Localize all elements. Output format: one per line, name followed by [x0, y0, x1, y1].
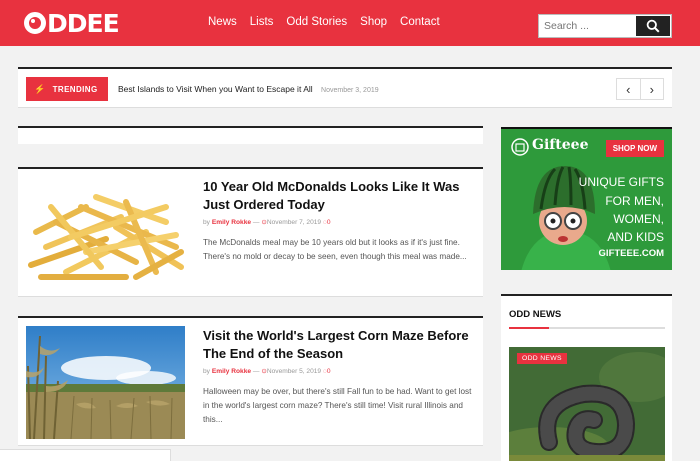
- site-header: DDEE News Lists Odd Stories Shop Contact: [0, 0, 700, 46]
- nav-item-shop[interactable]: Shop: [360, 16, 387, 28]
- bottom-overlay-strip: [0, 449, 171, 461]
- fries-image: [26, 177, 185, 290]
- logo-text: DDEE: [47, 8, 120, 38]
- main-nav: News Lists Odd Stories Shop Contact: [208, 16, 453, 28]
- article-title[interactable]: 10 Year Old McDonalds Looks Like It Was …: [203, 178, 478, 214]
- trending-bar: ⚡ TRENDING Best Islands to Visit When yo…: [18, 67, 672, 108]
- category-badge[interactable]: ODD NEWS: [517, 353, 567, 364]
- article-card: 10 Year Old McDonalds Looks Like It Was …: [18, 167, 483, 297]
- article-title[interactable]: Visit the World's Largest Corn Maze Befo…: [203, 327, 478, 363]
- chevron-right-icon[interactable]: ›: [641, 79, 664, 99]
- nav-item-news[interactable]: News: [208, 16, 237, 28]
- trending-date: November 3, 2019: [321, 87, 379, 94]
- nav-item-contact[interactable]: Contact: [400, 16, 440, 28]
- article-meta: by Emily Rokke — ⊙November 7, 2019 ◌0: [203, 218, 331, 226]
- by-label: by: [203, 368, 210, 375]
- article-author[interactable]: Emily Rokke: [212, 368, 251, 375]
- article-excerpt: The McDonalds meal may be 10 years old b…: [203, 238, 467, 261]
- nav-item-odd-stories[interactable]: Odd Stories: [286, 16, 347, 28]
- comment-count[interactable]: 0: [327, 368, 331, 375]
- chevron-left-icon[interactable]: ‹: [617, 79, 641, 99]
- by-label: by: [203, 219, 210, 226]
- ad-line-2: FOR MEN,: [605, 194, 664, 208]
- article-date: November 7, 2019: [266, 219, 322, 226]
- comment-count[interactable]: 0: [327, 219, 331, 226]
- corn-field-image: [26, 326, 185, 439]
- search-form: [538, 14, 672, 38]
- ad-line-3: WOMEN,: [613, 212, 664, 226]
- ad-brand: Gifteee: [532, 137, 589, 153]
- gifteee-ad-banner[interactable]: Gifteee SHOP NOW UNIQUE GIFTS FOR MEN, W…: [501, 127, 672, 270]
- article-meta: by Emily Rokke — ⊙November 5, 2019 ◌0: [203, 367, 331, 375]
- sidebar-article-thumbnail[interactable]: ODD NEWS: [509, 347, 665, 461]
- trending-label-text: TRENDING: [52, 84, 98, 94]
- search-button[interactable]: [636, 16, 670, 36]
- search-input[interactable]: [539, 15, 635, 37]
- trending-headline-row: Best Islands to Visit When you Want to E…: [118, 84, 379, 94]
- logo-mark-icon: [24, 12, 46, 34]
- section-underline: [509, 327, 665, 329]
- ad-line-4: AND KIDS: [607, 230, 664, 244]
- content-box-empty: [18, 126, 483, 144]
- shop-now-button[interactable]: SHOP NOW: [605, 140, 664, 157]
- ad-url: GIFTEEE.COM: [598, 248, 664, 259]
- site-logo[interactable]: DDEE: [24, 5, 120, 41]
- millipede-image: [509, 347, 665, 461]
- article-thumbnail-corn[interactable]: [26, 326, 185, 439]
- trending-label: ⚡ TRENDING: [26, 77, 108, 101]
- search-icon: [646, 19, 660, 33]
- sidebar-section-title: ODD NEWS: [509, 309, 562, 320]
- trending-headline[interactable]: Best Islands to Visit When you Want to E…: [118, 84, 313, 94]
- article-excerpt: Halloween may be over, but there's still…: [203, 387, 472, 424]
- sidebar-odd-news: ODD NEWS ODD NEWS: [501, 294, 672, 461]
- article-author[interactable]: Emily Rokke: [212, 219, 251, 226]
- article-date: November 5, 2019: [266, 368, 322, 375]
- ad-line-1: UNIQUE GIFTS: [578, 175, 664, 189]
- trending-controls: ‹ ›: [616, 78, 664, 100]
- nav-item-lists[interactable]: Lists: [250, 16, 274, 28]
- article-thumbnail-fries[interactable]: [26, 177, 185, 290]
- bolt-icon: ⚡: [34, 83, 46, 94]
- article-card: Visit the World's Largest Corn Maze Befo…: [18, 316, 483, 446]
